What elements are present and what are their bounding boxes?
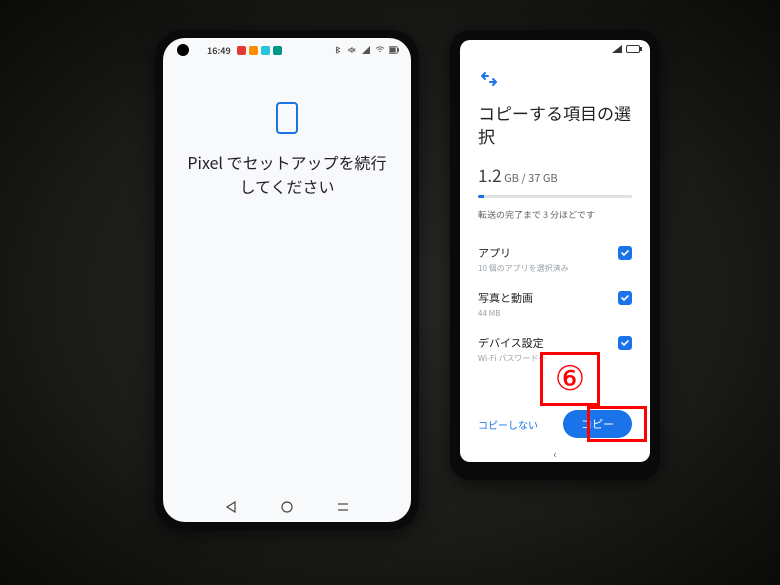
transfer-progress-bar [478, 195, 632, 198]
title-line: Pixel でセットアップを続行 [187, 150, 386, 174]
battery-icon [389, 46, 399, 54]
signal-icon [361, 46, 371, 54]
battery-icon [626, 45, 640, 53]
annotation-step-box: ⑥ [540, 352, 600, 406]
copy-item-title: アプリ [478, 245, 610, 261]
notification-badge-icon [249, 46, 258, 55]
status-bar [460, 40, 650, 58]
copy-item-checkbox[interactable] [618, 246, 632, 260]
storage-size-row: 1.2 GB / 37 GB [478, 162, 632, 187]
camera-punch-hole [177, 44, 189, 56]
copy-item-row[interactable]: 写真と動画 44 MB [478, 282, 632, 327]
setup-continue-title: Pixel でセットアップを続行 してください [163, 150, 410, 198]
transfer-progress-fill [478, 195, 484, 198]
source-phone-frame: 16:49 Pixel でセットアップを続行 してください [155, 30, 419, 530]
annotation-copy-button-highlight [587, 406, 647, 442]
notification-badge-icon [273, 46, 282, 55]
signal-icon [612, 45, 622, 53]
copy-item-text: アプリ 10 個のアプリを選択済み [478, 245, 610, 274]
home-button-icon[interactable] [280, 500, 294, 514]
copy-item-title: デバイス設定 [478, 335, 610, 351]
pixel-device-icon [276, 102, 298, 134]
page-title: コピーする項目の選択 [478, 102, 632, 148]
size-total: 37 GB [528, 170, 557, 186]
copy-item-checkbox[interactable] [618, 291, 632, 305]
android-nav-bar: ‹ [460, 446, 650, 462]
checkmark-icon [620, 338, 630, 348]
size-used-unit: GB [504, 170, 519, 186]
status-system-icons [333, 46, 399, 54]
transfer-icon [478, 68, 632, 94]
setup-continue-panel: Pixel でセットアップを続行 してください [163, 62, 411, 492]
checkmark-icon [620, 248, 630, 258]
back-chevron-icon[interactable]: ‹ [553, 446, 556, 462]
android-nav-bar [163, 492, 411, 522]
notification-badge-icon [237, 46, 246, 55]
size-used-value: 1.2 [478, 162, 502, 187]
copy-item-subtitle: 10 個のアプリを選択済み [478, 263, 610, 274]
status-bar: 16:49 [163, 38, 411, 62]
checkmark-icon [620, 293, 630, 303]
annotation-step-number: ⑥ [555, 359, 585, 399]
mute-icon [347, 46, 357, 54]
skip-copy-button[interactable]: コピーしない [478, 417, 538, 432]
source-phone-screen: 16:49 Pixel でセットアップを続行 してください [163, 38, 411, 522]
notification-badge-icon [261, 46, 270, 55]
copy-item-text: 写真と動画 44 MB [478, 290, 610, 319]
copy-item-title: 写真と動画 [478, 290, 610, 306]
status-notification-icons [237, 46, 282, 55]
back-button-icon[interactable] [224, 500, 238, 514]
copy-item-checkbox[interactable] [618, 336, 632, 350]
bluetooth-icon [333, 46, 343, 54]
copy-item-row[interactable]: アプリ 10 個のアプリを選択済み [478, 237, 632, 282]
transfer-eta: 転送の完了まで 3 分ほどです [478, 208, 632, 221]
status-time: 16:49 [207, 44, 231, 57]
title-line: してください [239, 174, 334, 198]
copy-item-subtitle: 44 MB [478, 308, 610, 319]
wifi-icon [375, 46, 385, 54]
recent-button-icon[interactable] [336, 500, 350, 514]
